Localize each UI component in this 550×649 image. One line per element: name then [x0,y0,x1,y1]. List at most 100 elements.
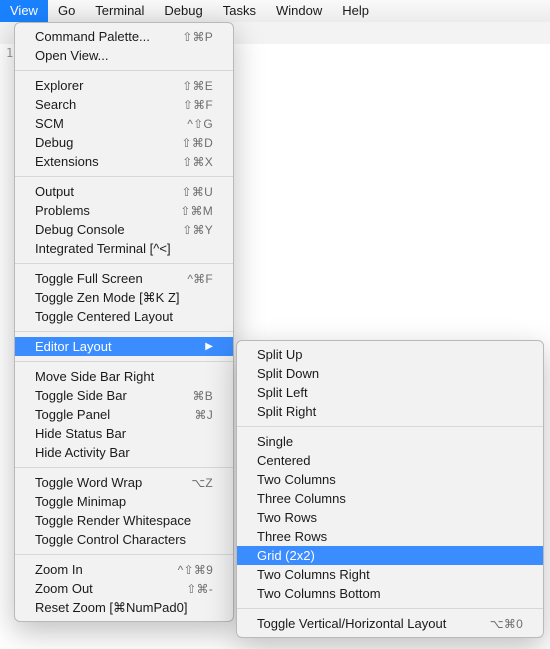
menubar-item-terminal[interactable]: Terminal [85,0,154,22]
shortcut: ⇧⌘- [186,582,213,596]
layout-menu-item-three-rows[interactable]: Three Rows [237,527,543,546]
shortcut: ⇧⌘M [180,204,213,218]
view-menu-item-move-side-bar-right[interactable]: Move Side Bar Right [15,367,233,386]
menu-item-label: Extensions [35,154,164,169]
view-menu-item-integrated-terminal[interactable]: Integrated Terminal [^<] [15,239,233,258]
layout-menu-item-three-columns[interactable]: Three Columns [237,489,543,508]
view-menu-item-toggle-control-characters[interactable]: Toggle Control Characters [15,530,233,549]
shortcut: ⇧⌘D [182,136,213,150]
shortcut: ⇧⌘U [182,185,213,199]
menu-item-label: Toggle Side Bar [35,388,175,403]
view-menu-item-editor-layout[interactable]: Editor Layout▶ [15,337,233,356]
menu-item-label: Toggle Minimap [35,494,213,509]
menubar-item-go[interactable]: Go [48,0,85,22]
menu-item-label: Toggle Centered Layout [35,309,213,324]
shortcut: ⇧⌘E [182,79,213,93]
menubar-item-tasks[interactable]: Tasks [213,0,266,22]
view-menu-item-search[interactable]: Search⇧⌘F [15,95,233,114]
menu-item-label: Debug [35,135,164,150]
menu-item-label: Toggle Panel [35,407,177,422]
view-menu-item-zoom-in[interactable]: Zoom In ^⇧⌘9 [15,560,233,579]
menu-item-label: Zoom Out [35,581,168,596]
view-menu-item-extensions[interactable]: Extensions⇧⌘X [15,152,233,171]
editor-layout-submenu: Split Up Split Down Split Left Split Right S… [236,340,544,638]
menu-item-label: Toggle Full Screen [35,271,169,286]
menu-item-label: Centered [257,453,523,468]
menu-item-label: Split Right [257,404,523,419]
view-menu-item-toggle-centered-layout[interactable]: Toggle Centered Layout [15,307,233,326]
menu-item-label: Toggle Word Wrap [35,475,173,490]
view-menu-item-debug[interactable]: Debug ⇧⌘D [15,133,233,152]
view-menu-item-toggle-minimap[interactable]: Toggle Minimap [15,492,233,511]
menubar: ViewGoTerminalDebugTasksWindowHelp [0,0,550,23]
view-menu-item-toggle-render-whitespace[interactable]: Toggle Render Whitespace [15,511,233,530]
shortcut: ^⌘F [187,272,213,286]
view-menu-item-output[interactable]: Output⇧⌘U [15,182,233,201]
menu-item-label: Three Columns [257,491,523,506]
view-menu-item-scm[interactable]: SCM ^⇧G [15,114,233,133]
menu-item-label: Integrated Terminal [^<] [35,241,213,256]
menu-item-label: Hide Activity Bar [35,445,213,460]
menu-item-label: Move Side Bar Right [35,369,213,384]
layout-menu-item-two-rows[interactable]: Two Rows [237,508,543,527]
menubar-item-view[interactable]: View [0,0,48,22]
menubar-item-window[interactable]: Window [266,0,332,22]
menubar-item-help[interactable]: Help [332,0,379,22]
layout-menu-item-grid-2x2[interactable]: Grid (2x2) [237,546,543,565]
shortcut: ⌥⌘0 [490,617,523,631]
menu-item-label: Zoom In [35,562,160,577]
menu-item-label: Editor Layout [35,339,195,354]
view-menu-item-hide-activity-bar[interactable]: Hide Activity Bar [15,443,233,462]
view-menu-item-toggle-zen-mode-k-z[interactable]: Toggle Zen Mode [⌘K Z] [15,288,233,307]
shortcut: ⌘J [195,408,213,422]
view-menu-item-open-view[interactable]: Open View... [15,46,233,65]
menu-item-label: Hide Status Bar [35,426,213,441]
menu-item-label: Explorer [35,78,164,93]
menu-item-label: Grid (2x2) [257,548,523,563]
menu-item-label: SCM [35,116,169,131]
layout-menu-item-two-columns-right[interactable]: Two Columns Right [237,565,543,584]
shortcut: ⇧⌘F [183,98,213,112]
menu-item-label: Toggle Control Characters [35,532,213,547]
shortcut: ⇧⌘Y [182,223,213,237]
shortcut: ^⇧G [187,117,213,131]
view-menu-item-reset-zoom-numpad0[interactable]: Reset Zoom [⌘NumPad0] [15,598,233,617]
menu-item-label: Command Palette... [35,29,164,44]
shortcut: ⌘B [193,389,213,403]
view-menu-item-toggle-side-bar[interactable]: Toggle Side Bar ⌘B [15,386,233,405]
menu-item-label: Split Down [257,366,523,381]
menu-item-label: Split Up [257,347,523,362]
layout-menu-item-split-left[interactable]: Split Left [237,383,543,402]
line-number: 1 [6,46,13,60]
menu-item-label: Two Columns [257,472,523,487]
view-menu-item-toggle-panel[interactable]: Toggle Panel ⌘J [15,405,233,424]
layout-menu-item-toggle-vertical-horizontal-layout[interactable]: Toggle Vertical/Horizontal Layout⌥⌘0 [237,614,543,633]
layout-menu-item-split-right[interactable]: Split Right [237,402,543,421]
layout-menu-item-two-columns[interactable]: Two Columns [237,470,543,489]
menu-item-label: Toggle Zen Mode [⌘K Z] [35,290,213,306]
layout-menu-item-split-down[interactable]: Split Down [237,364,543,383]
view-menu-item-toggle-word-wrap[interactable]: Toggle Word Wrap ⌥Z [15,473,233,492]
view-menu-item-command-palette[interactable]: Command Palette... ⇧⌘P [15,27,233,46]
menu-item-label: Two Rows [257,510,523,525]
view-menu-item-hide-status-bar[interactable]: Hide Status Bar [15,424,233,443]
view-menu: Command Palette... ⇧⌘P Open View... Explore… [14,22,234,622]
view-menu-item-explorer[interactable]: Explorer ⇧⌘E [15,76,233,95]
menu-item-label: Toggle Render Whitespace [35,513,213,528]
view-menu-item-problems[interactable]: Problems ⇧⌘M [15,201,233,220]
menu-item-label: Problems [35,203,162,218]
shortcut: ^⇧⌘9 [178,563,213,577]
view-menu-item-debug-console[interactable]: Debug Console⇧⌘Y [15,220,233,239]
menu-item-label: Reset Zoom [⌘NumPad0] [35,600,213,616]
view-menu-item-toggle-full-screen[interactable]: Toggle Full Screen ^⌘F [15,269,233,288]
shortcut: ⌥Z [191,476,213,490]
menubar-item-debug[interactable]: Debug [154,0,212,22]
layout-menu-item-centered[interactable]: Centered [237,451,543,470]
layout-menu-item-two-columns-bottom[interactable]: Two Columns Bottom [237,584,543,603]
menu-item-label: Split Left [257,385,523,400]
layout-menu-item-single[interactable]: Single [237,432,543,451]
layout-menu-item-split-up[interactable]: Split Up [237,345,543,364]
view-menu-item-zoom-out[interactable]: Zoom Out ⇧⌘- [15,579,233,598]
menu-item-label: Three Rows [257,529,523,544]
shortcut: ⇧⌘P [182,30,213,44]
